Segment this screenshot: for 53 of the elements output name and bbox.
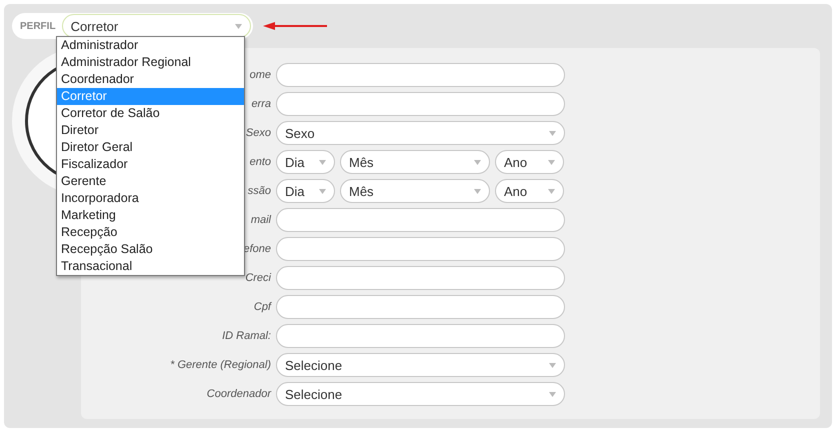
caret-icon: [549, 130, 556, 136]
dropdown-option[interactable]: Gerente: [57, 173, 244, 190]
input-field[interactable]: [276, 237, 565, 261]
field-label: Cpf: [254, 301, 271, 313]
caret-icon: [319, 160, 326, 164]
profile-select[interactable]: Corretor: [62, 14, 251, 38]
field-label: Sexo: [246, 127, 271, 139]
caret-icon: [234, 24, 242, 28]
input-field[interactable]: [276, 295, 565, 319]
select-field[interactable]: Mês: [340, 179, 490, 203]
select-field[interactable]: Ano: [495, 179, 564, 203]
select-field[interactable]: Dia: [276, 150, 335, 174]
dropdown-option[interactable]: Corretor de Salão: [57, 105, 244, 122]
select-field[interactable]: Dia: [276, 179, 335, 203]
field-label: Creci: [245, 272, 271, 284]
dropdown-option[interactable]: Diretor: [57, 122, 244, 139]
field-label: ID Ramal:: [222, 330, 271, 342]
dropdown-option[interactable]: Recepção: [57, 224, 244, 241]
select-field[interactable]: Mês: [340, 150, 490, 174]
field-label: Coordenador: [206, 388, 271, 400]
input-field[interactable]: [276, 92, 565, 116]
dropdown-option[interactable]: Transacional: [57, 258, 244, 275]
field-label: * Gerente (Regional): [170, 359, 271, 371]
caret-icon: [319, 188, 326, 194]
caret-icon: [549, 362, 556, 368]
input-field[interactable]: [276, 63, 565, 87]
dropdown-option[interactable]: Incorporadora: [57, 190, 244, 207]
caret-icon: [549, 392, 556, 396]
select-field[interactable]: Sexo: [276, 121, 565, 145]
dropdown-option[interactable]: Diretor Geral: [57, 139, 244, 156]
caret-icon: [548, 188, 555, 194]
profile-label: PERFIL: [20, 20, 56, 32]
field-label: mail: [250, 214, 271, 226]
select-field[interactable]: Ano: [495, 150, 564, 174]
arrow-icon: [262, 21, 327, 31]
dropdown-option[interactable]: Marketing: [57, 207, 244, 224]
caret-icon: [474, 188, 481, 194]
dropdown-option[interactable]: Administrador Regional: [57, 54, 244, 71]
dropdown-option[interactable]: Coordenador: [57, 71, 244, 88]
field-label: ome: [250, 69, 271, 81]
select-field[interactable]: Selecione: [276, 353, 565, 377]
field-label: ssão: [248, 185, 271, 197]
field-label: ento: [250, 156, 271, 168]
select-field[interactable]: Selecione: [276, 382, 565, 406]
dropdown-option[interactable]: Recepção Salão: [57, 241, 244, 258]
dropdown-option[interactable]: Administrador: [57, 37, 244, 54]
input-field[interactable]: [276, 266, 565, 290]
caret-icon: [548, 160, 555, 164]
input-field[interactable]: [276, 324, 565, 348]
caret-icon: [474, 160, 481, 164]
dropdown-option[interactable]: Fiscalizador: [57, 156, 244, 173]
input-field[interactable]: [276, 208, 565, 232]
field-label: erra: [251, 98, 271, 110]
